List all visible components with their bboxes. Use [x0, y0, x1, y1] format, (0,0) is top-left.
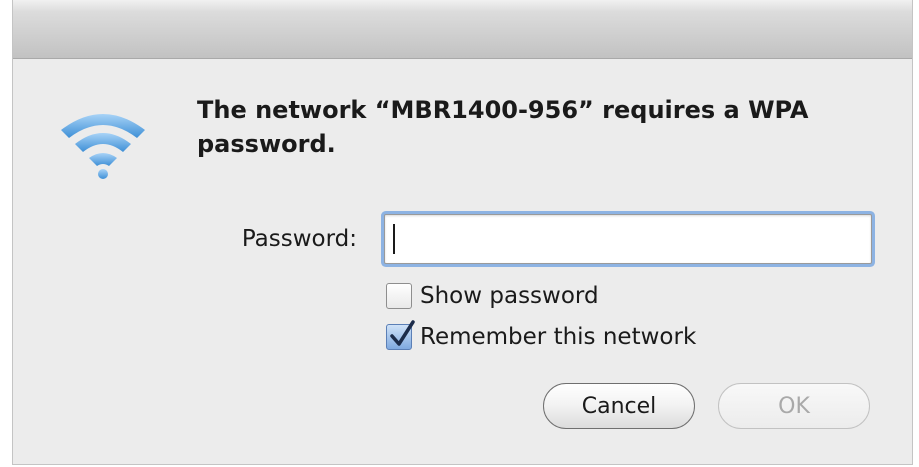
- password-input[interactable]: [384, 214, 872, 264]
- cancel-button[interactable]: Cancel: [543, 383, 695, 429]
- remember-network-checkbox[interactable]: [386, 320, 415, 350]
- text-caret: [393, 224, 395, 254]
- remember-network-row[interactable]: Remember this network: [386, 320, 696, 350]
- show-password-checkbox[interactable]: [386, 283, 412, 309]
- show-password-label[interactable]: Show password: [420, 283, 599, 309]
- ok-button[interactable]: OK: [718, 383, 870, 429]
- password-label: Password:: [241, 226, 357, 252]
- show-password-row[interactable]: Show password: [386, 283, 599, 309]
- remember-network-label[interactable]: Remember this network: [420, 324, 696, 350]
- dialog-message: The network “MBR1400-956” requires a WPA…: [197, 96, 809, 158]
- checkmark-icon: [390, 320, 415, 346]
- wifi-password-dialog: The network “MBR1400-956” requires a WPA…: [12, 0, 913, 465]
- wifi-icon: [61, 114, 145, 179]
- dialog-titlebar[interactable]: [13, 0, 912, 59]
